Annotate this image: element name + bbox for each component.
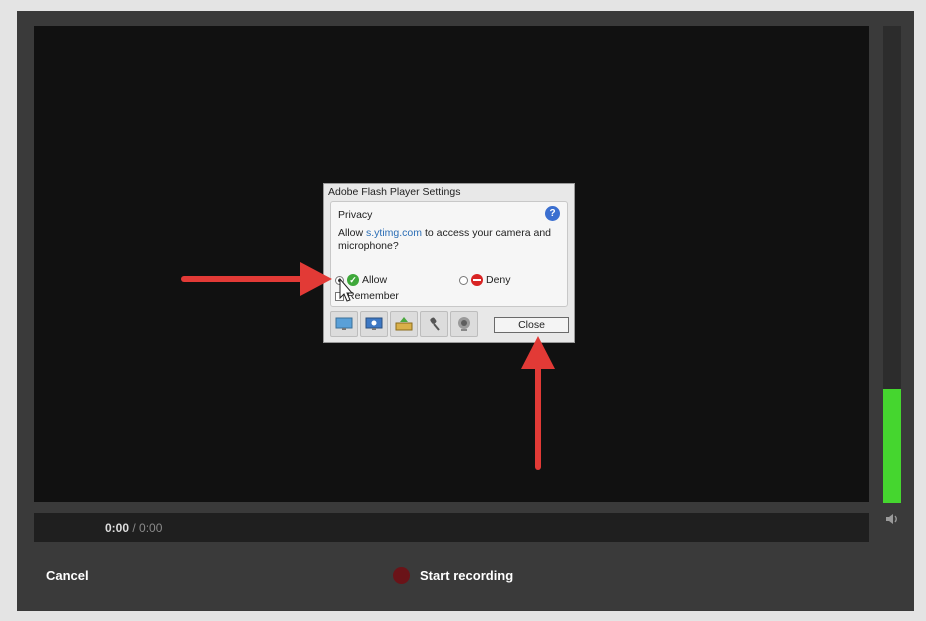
privacy-heading: Privacy <box>338 209 373 221</box>
time-display: 0:00 / 0:00 <box>105 521 162 535</box>
deny-label: Deny <box>486 274 511 286</box>
privacy-icon[interactable] <box>360 311 388 337</box>
microphone-icon[interactable] <box>420 311 448 337</box>
message-prefix: Allow <box>338 227 367 239</box>
start-recording-label: Start recording <box>420 568 514 583</box>
speaker-icon[interactable] <box>885 512 901 526</box>
time-current: 0:00 <box>105 521 130 535</box>
storage-icon[interactable] <box>390 311 418 337</box>
privacy-panel: Privacy ? Allow s.ytimg.com to access yo… <box>330 201 568 307</box>
close-button[interactable]: Close <box>494 317 569 333</box>
deny-option[interactable]: Deny <box>459 274 511 286</box>
cancel-button[interactable]: Cancel <box>46 568 89 583</box>
record-icon <box>393 567 410 584</box>
domain-link[interactable]: s.ytimg.com <box>366 227 422 239</box>
time-separator: / <box>129 521 140 535</box>
start-recording-button[interactable]: Start recording <box>393 567 513 584</box>
help-icon[interactable]: ? <box>545 206 560 221</box>
bottom-controls: Cancel Start recording <box>17 548 914 611</box>
deny-radio[interactable] <box>459 275 468 285</box>
privacy-message: Allow s.ytimg.com to access your camera … <box>338 227 563 253</box>
dialog-title: Adobe Flash Player Settings <box>328 186 461 198</box>
audio-level-meter <box>883 26 901 503</box>
deny-icon <box>471 274 483 286</box>
remember-option[interactable]: Remember <box>335 290 399 302</box>
flash-settings-dialog: Adobe Flash Player Settings Privacy ? Al… <box>323 183 575 343</box>
settings-tabs <box>330 311 478 337</box>
display-icon[interactable] <box>330 311 358 337</box>
remember-label: Remember <box>347 290 399 302</box>
allow-option[interactable]: ✓ Allow <box>335 274 387 286</box>
allow-label: Allow <box>362 274 388 286</box>
check-icon: ✓ <box>347 274 359 286</box>
allow-radio[interactable] <box>335 275 344 285</box>
audio-level-fill <box>883 388 901 503</box>
time-total: 0:00 <box>139 521 163 535</box>
camera-icon[interactable] <box>450 311 478 337</box>
time-bar: 0:00 / 0:00 <box>34 513 869 542</box>
remember-checkbox[interactable] <box>335 291 344 301</box>
